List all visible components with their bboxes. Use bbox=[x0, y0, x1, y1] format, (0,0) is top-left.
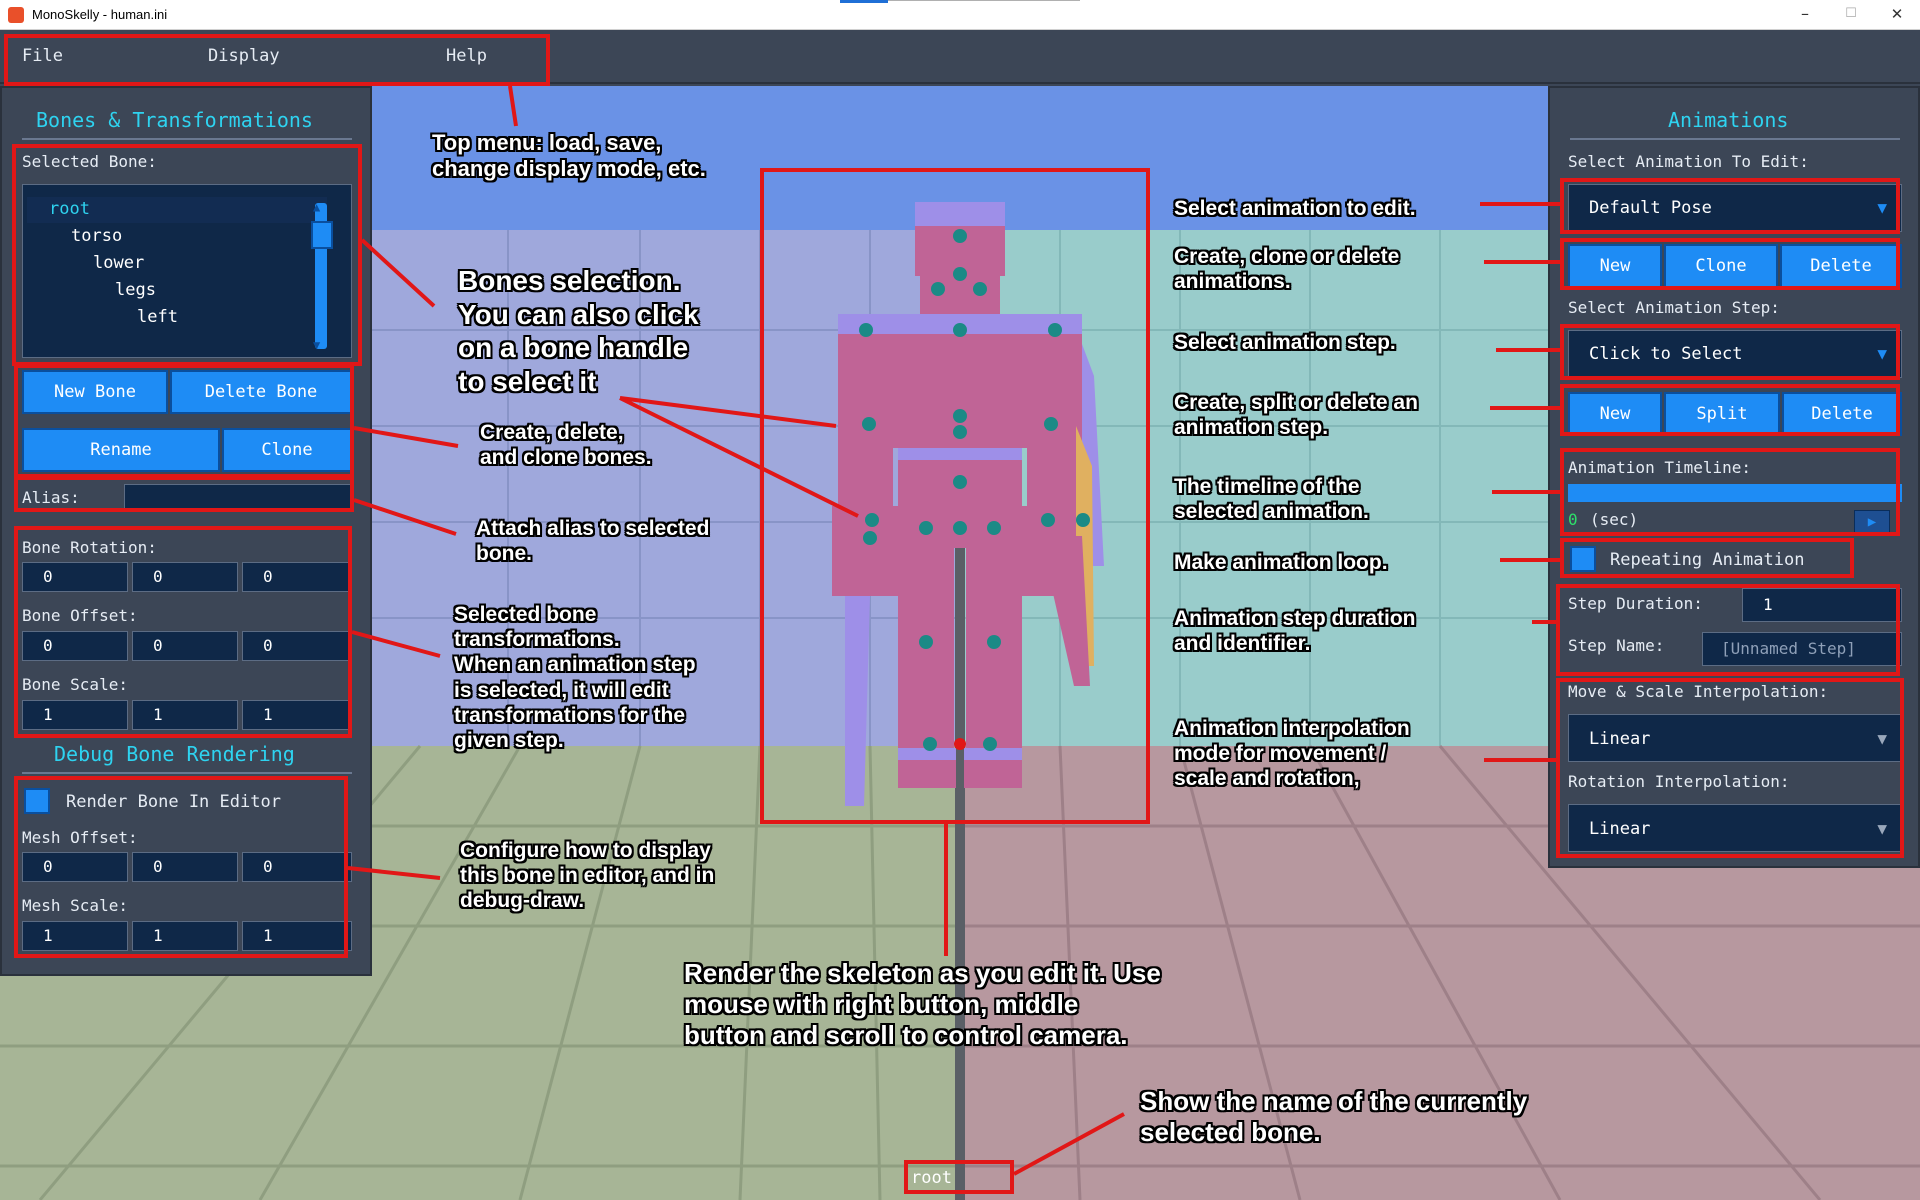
callout-box-step-select bbox=[1560, 324, 1900, 380]
callout-box-debug bbox=[14, 776, 348, 958]
bones-panel-title: Bones & Transformations bbox=[36, 108, 313, 132]
callout-box-menu bbox=[4, 34, 550, 86]
callout-box-step-duration bbox=[1556, 584, 1900, 676]
window-titlebar: MonoSkelly - human.ini – ☐ ✕ bbox=[0, 0, 1920, 30]
callout-box-timeline bbox=[1560, 448, 1900, 536]
callout-box-anim-select bbox=[1560, 178, 1900, 234]
window-title: MonoSkelly - human.ini bbox=[32, 7, 168, 22]
callout-box-alias bbox=[14, 476, 354, 512]
annotation-create-bones: Create, delete, and clone bones. bbox=[480, 421, 652, 470]
panel-divider bbox=[22, 772, 352, 774]
annotation-render: Render the skeleton as you edit it. Use … bbox=[684, 958, 1161, 1051]
callout-box-bone-tree bbox=[12, 144, 362, 366]
select-animation-label: Select Animation To Edit: bbox=[1568, 152, 1809, 171]
callout-box-step-buttons bbox=[1560, 384, 1900, 436]
debug-rendering-title: Debug Bone Rendering bbox=[54, 742, 295, 766]
callout-box-bone-name bbox=[904, 1160, 1014, 1194]
callout-box-anim-buttons bbox=[1560, 238, 1900, 290]
panel-divider bbox=[22, 138, 352, 140]
callout-box-bone-buttons bbox=[14, 364, 354, 478]
annotation-bones-selection: Bones selection. You can also click on a… bbox=[458, 265, 699, 397]
callout-box-interp bbox=[1556, 678, 1904, 858]
annotation-timeline: The timeline of the selected animation. bbox=[1174, 475, 1369, 524]
minimize-icon[interactable]: – bbox=[1782, 0, 1828, 30]
callout-box-loop bbox=[1560, 538, 1854, 578]
callout-box-skeleton bbox=[760, 168, 1150, 824]
annotation-animation-crud: Create, clone or delete animations. bbox=[1174, 245, 1400, 294]
annotation-transforms: Selected bone transformations. When an a… bbox=[454, 603, 696, 752]
select-step-label: Select Animation Step: bbox=[1568, 298, 1780, 317]
close-icon[interactable]: ✕ bbox=[1874, 0, 1920, 30]
annotation-alias: Attach alias to selected bone. bbox=[476, 517, 710, 566]
titlebar-accent bbox=[840, 0, 888, 3]
animations-panel-title: Animations bbox=[1668, 108, 1789, 132]
panel-divider bbox=[1570, 138, 1900, 140]
annotation-top-menu: Top menu: load, save, change display mod… bbox=[432, 130, 706, 182]
app-icon bbox=[8, 7, 24, 23]
annotation-step-duration: Animation step duration and identifier. bbox=[1174, 607, 1416, 656]
annotation-debug-render: Configure how to display this bone in ed… bbox=[460, 839, 715, 913]
annotation-select-animation: Select animation to edit. bbox=[1174, 197, 1416, 220]
annotation-interpolation: Animation interpolation mode for movemen… bbox=[1174, 717, 1410, 791]
callout-box-transforms bbox=[14, 526, 352, 738]
maximize-icon[interactable]: ☐ bbox=[1828, 0, 1874, 30]
annotation-select-step: Select animation step. bbox=[1174, 331, 1396, 354]
annotation-loop: Make animation loop. bbox=[1174, 551, 1388, 574]
annotation-bone-name: Show the name of the currently selected … bbox=[1140, 1086, 1528, 1148]
annotation-step-crud: Create, split or delete an animation ste… bbox=[1174, 391, 1418, 440]
titlebar-divider bbox=[888, 0, 1080, 1]
